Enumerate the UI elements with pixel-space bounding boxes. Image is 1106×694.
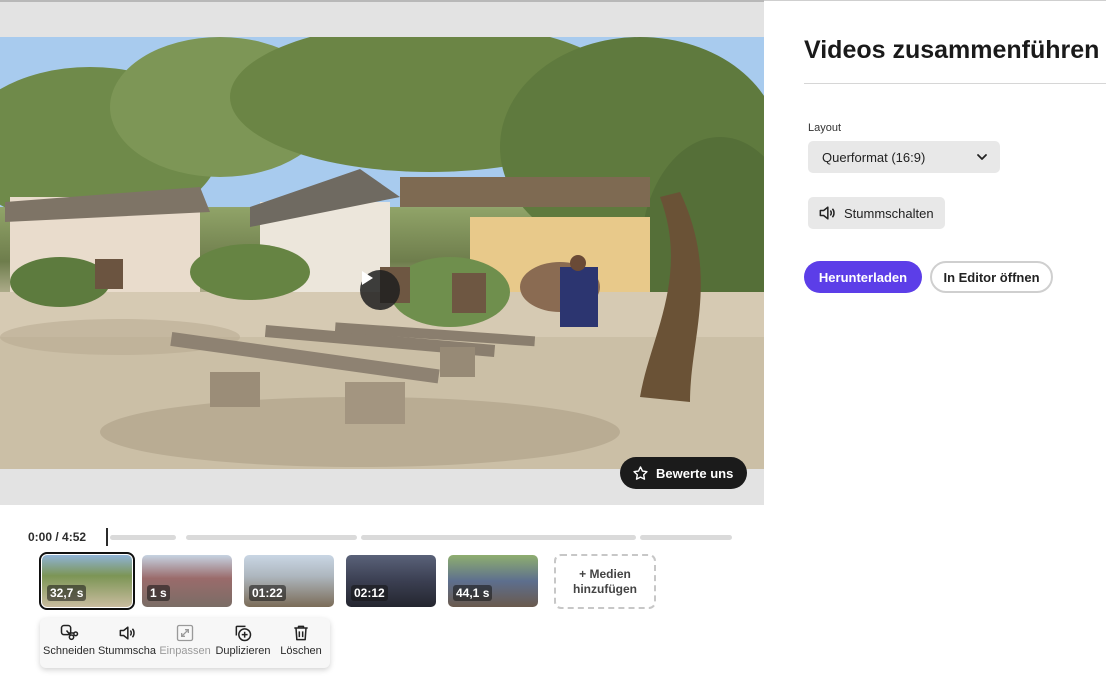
cut-tool-button[interactable]: Schneiden bbox=[43, 623, 95, 657]
mute-tool-label: Stummscha bbox=[97, 645, 157, 657]
page-title: Videos zusammenführen bbox=[804, 36, 1100, 64]
download-button[interactable]: Herunterladen bbox=[804, 261, 922, 293]
play-icon bbox=[362, 271, 373, 285]
video-preview-area bbox=[0, 0, 764, 505]
delete-tool-label: Löschen bbox=[280, 645, 322, 657]
add-media-button[interactable]: + Medien hinzufügen bbox=[554, 554, 656, 609]
duplicate-tool-label: Duplizieren bbox=[215, 645, 271, 657]
time-display: 0:00 / 4:52 bbox=[28, 530, 87, 544]
clip-duration: 01:22 bbox=[249, 585, 286, 601]
mute-tool-button[interactable]: Stummscha bbox=[98, 623, 156, 657]
open-in-editor-label: In Editor öffnen bbox=[943, 269, 1040, 285]
download-button-label: Herunterladen bbox=[818, 269, 908, 285]
chevron-down-icon bbox=[977, 154, 987, 160]
clip-thumbnail-2[interactable]: 1 s bbox=[142, 555, 232, 607]
rate-us-button[interactable]: Bewerte uns bbox=[620, 457, 748, 489]
rate-us-label: Bewerte uns bbox=[656, 465, 734, 481]
duplicate-icon bbox=[235, 625, 252, 642]
video-scene-image bbox=[0, 37, 764, 469]
trash-icon bbox=[294, 625, 308, 641]
clip-duration: 44,1 s bbox=[453, 585, 493, 601]
clip-thumbnail-3[interactable]: 01:22 bbox=[244, 555, 334, 607]
layout-label: Layout bbox=[808, 122, 842, 134]
timeline-segment[interactable] bbox=[640, 535, 732, 540]
clip-duration: 02:12 bbox=[351, 585, 388, 601]
duplicate-tool-button[interactable]: Duplizieren bbox=[214, 623, 272, 657]
clip-thumbnail-1[interactable]: 32,7 s bbox=[39, 552, 135, 610]
clip-thumbnail-4[interactable]: 02:12 bbox=[346, 555, 436, 607]
delete-tool-button[interactable]: Löschen bbox=[276, 623, 326, 657]
timeline-segment[interactable] bbox=[186, 535, 357, 540]
clip-duration: 32,7 s bbox=[47, 585, 87, 601]
preview-top-border bbox=[0, 0, 764, 2]
fit-tool-label: Einpassen bbox=[159, 645, 211, 657]
clip-thumbnail-5[interactable]: 44,1 s bbox=[448, 555, 538, 607]
clip-duration: 1 s bbox=[147, 585, 170, 601]
timeline-segment[interactable] bbox=[361, 535, 636, 540]
fit-tool-button[interactable]: Einpassen bbox=[159, 623, 211, 657]
layout-select-value: Querformat (16:9) bbox=[822, 149, 926, 165]
video-frame[interactable] bbox=[0, 37, 764, 469]
timeline-segment[interactable] bbox=[110, 535, 176, 540]
mute-button[interactable]: Stummschalten bbox=[808, 197, 945, 229]
mute-button-label: Stummschalten bbox=[844, 205, 934, 221]
add-media-label-line2: hinzufügen bbox=[573, 581, 637, 596]
scissors-icon bbox=[60, 624, 79, 641]
fit-icon bbox=[176, 624, 194, 642]
cut-tool-label: Schneiden bbox=[43, 645, 95, 657]
panel-top-border bbox=[764, 0, 1106, 1]
speaker-icon bbox=[119, 626, 135, 640]
speaker-icon bbox=[819, 206, 835, 220]
add-media-label-line1: + Medien bbox=[579, 566, 631, 581]
play-button[interactable] bbox=[360, 270, 400, 310]
star-icon bbox=[633, 465, 648, 480]
open-in-editor-button[interactable]: In Editor öffnen bbox=[930, 261, 1053, 293]
clip-toolbar: Schneiden Stummscha Einpassen Dupliziere… bbox=[40, 618, 330, 668]
title-divider bbox=[804, 83, 1106, 84]
layout-select[interactable]: Querformat (16:9) bbox=[808, 141, 1000, 173]
playhead[interactable] bbox=[106, 528, 108, 546]
